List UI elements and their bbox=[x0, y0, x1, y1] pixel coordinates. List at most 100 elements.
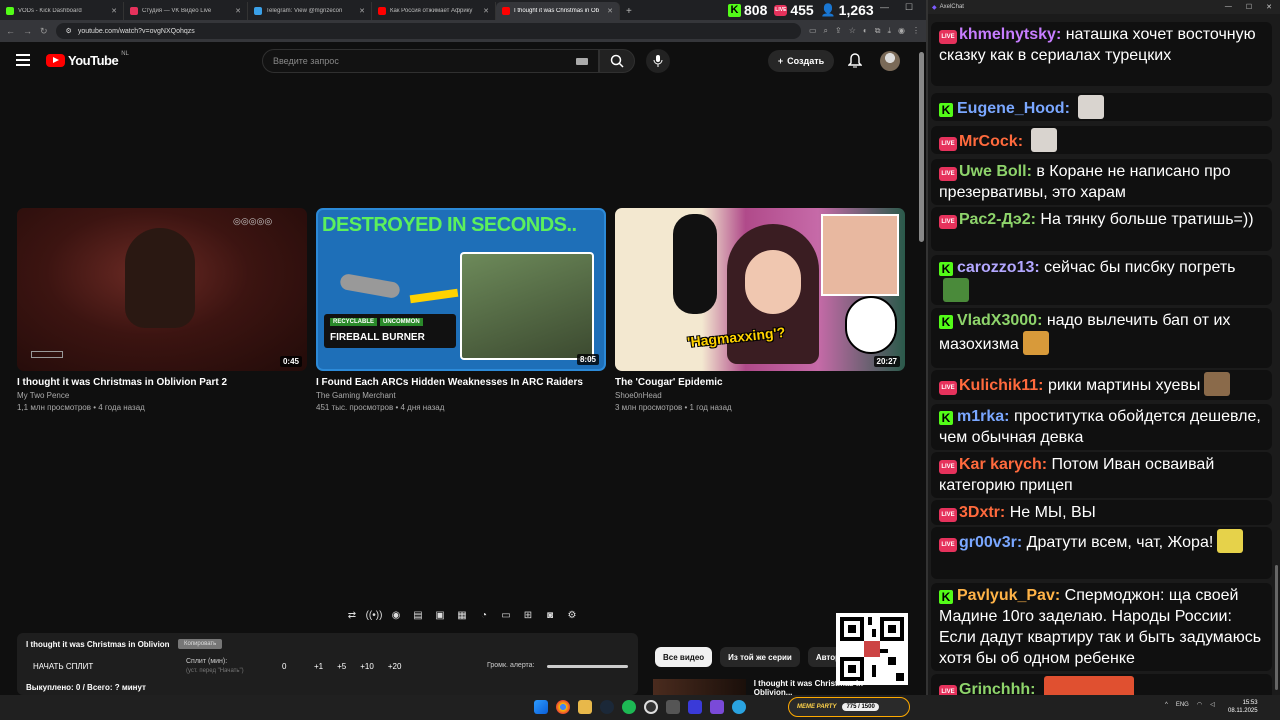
maximize-icon[interactable]: ☐ bbox=[1246, 3, 1252, 11]
bookmark-icon[interactable]: ☆ bbox=[849, 26, 856, 36]
avatar[interactable] bbox=[880, 51, 900, 71]
start-icon[interactable] bbox=[534, 700, 548, 714]
split-value[interactable]: 0 bbox=[282, 662, 286, 671]
tab-close-icon[interactable]: ✕ bbox=[111, 7, 117, 15]
url-field[interactable]: ⚙ youtube.com/watch?v=ovgNXQohqzs bbox=[55, 23, 801, 39]
settings-app-icon[interactable] bbox=[666, 700, 680, 714]
chat-nick[interactable]: Uwe Boll bbox=[959, 163, 1027, 180]
puzzle-icon[interactable]: ⧉ bbox=[875, 26, 881, 36]
tab-close-icon[interactable]: ✕ bbox=[483, 7, 489, 15]
broadcast-icon[interactable]: ((•)) bbox=[365, 608, 383, 622]
new-tab-button[interactable]: + bbox=[620, 2, 638, 20]
tab-close-icon[interactable]: ✕ bbox=[359, 7, 365, 15]
increment-button[interactable]: +20 bbox=[388, 662, 402, 671]
video-card[interactable]: 'Hagmaxxing'? 20:27 The 'Cougar' Epidemi… bbox=[615, 208, 905, 412]
volume-icon[interactable]: ◁ bbox=[1210, 701, 1215, 708]
video-thumbnail[interactable]: DESTROYED IN SECONDS.. RECYCLABLE UNCOMM… bbox=[316, 208, 606, 371]
minimize-icon[interactable]: — bbox=[1225, 3, 1232, 11]
filter-chip[interactable]: Все видео bbox=[655, 647, 713, 667]
telegram-icon[interactable] bbox=[732, 700, 746, 714]
network-icon[interactable]: ◠ bbox=[1197, 701, 1202, 708]
settings-icon[interactable]: ⚙ bbox=[563, 608, 581, 622]
reload-icon[interactable]: ↻ bbox=[40, 26, 48, 37]
obs-icon[interactable] bbox=[644, 700, 658, 714]
page-scrollbar[interactable] bbox=[919, 52, 924, 242]
close-icon[interactable]: ✕ bbox=[1266, 3, 1272, 11]
voice-search-button[interactable] bbox=[646, 49, 670, 73]
film-icon[interactable]: ▦ bbox=[453, 608, 471, 622]
clock[interactable]: 15:53 08.11.2025 bbox=[1228, 699, 1258, 715]
create-button[interactable]: + Создать bbox=[768, 50, 834, 72]
chat-nick[interactable]: MrCock bbox=[959, 133, 1018, 150]
kick-viewers: K 808 bbox=[728, 2, 767, 18]
increment-button[interactable]: +1 bbox=[314, 662, 323, 671]
explorer-icon[interactable] bbox=[578, 700, 592, 714]
media-icon[interactable] bbox=[688, 700, 702, 714]
tab-close-icon[interactable]: ✕ bbox=[235, 7, 241, 15]
chat-nick[interactable]: Eugene_Hood bbox=[957, 100, 1065, 117]
next-video[interactable]: I thought it was Christmas in Oblivion..… bbox=[653, 679, 893, 697]
chat-nick[interactable]: gr00v3r bbox=[959, 534, 1017, 551]
steam-icon[interactable] bbox=[600, 700, 614, 714]
chat-nick[interactable]: khmelnytsky bbox=[959, 26, 1056, 43]
chat-nick[interactable]: Kulichik11 bbox=[959, 377, 1038, 394]
browser-tab[interactable]: Telegram: View @mgnzecon ✕ bbox=[248, 2, 372, 20]
chat-nick[interactable]: Pavlyuk_Pav bbox=[957, 587, 1055, 604]
chat-nick[interactable]: Kar karych bbox=[959, 456, 1042, 473]
chat-nick[interactable]: 3Dxtr bbox=[959, 504, 1000, 521]
cast-icon[interactable]: ▭ bbox=[809, 26, 817, 36]
increment-button[interactable]: +10 bbox=[360, 662, 374, 671]
mail-icon[interactable] bbox=[710, 700, 724, 714]
add-icon[interactable]: ⊞ bbox=[519, 608, 537, 622]
search-input[interactable]: Введите запрос bbox=[262, 49, 599, 73]
spotify-icon[interactable] bbox=[622, 700, 636, 714]
video-thumbnail[interactable]: ◎◎◎◎◎ 0:45 bbox=[17, 208, 307, 371]
more-icon[interactable]: ⋮ bbox=[912, 26, 920, 36]
notifications-icon[interactable] bbox=[847, 53, 863, 74]
start-split-button[interactable]: НАЧАТЬ СПЛИТ bbox=[33, 662, 93, 671]
zoom-icon[interactable]: ⌕ bbox=[824, 26, 828, 36]
alert-volume-slider[interactable] bbox=[547, 665, 628, 668]
meme-party-widget[interactable]: MEME PARTY 775 / 1500 bbox=[788, 697, 910, 717]
video-card[interactable]: ◎◎◎◎◎ 0:45 I thought it was Christmas in… bbox=[17, 208, 307, 412]
keyboard-icon[interactable] bbox=[576, 58, 588, 65]
back-icon[interactable]: ← bbox=[6, 26, 15, 36]
speed-icon[interactable]: ◔ bbox=[475, 608, 493, 622]
video-card[interactable]: DESTROYED IN SECONDS.. RECYCLABLE UNCOMM… bbox=[316, 208, 606, 412]
chat-nick[interactable]: Рас2-Дэ2 bbox=[959, 211, 1031, 228]
browser-tab[interactable]: Как Россия отжимает Африку ✕ bbox=[372, 2, 496, 20]
video-thumbnail[interactable]: 'Hagmaxxing'? 20:27 bbox=[615, 208, 905, 371]
extension-icon[interactable]: ◐ bbox=[863, 26, 868, 36]
site-info-icon[interactable]: ⚙ bbox=[66, 27, 72, 35]
chat-scrollbar[interactable] bbox=[1275, 565, 1278, 690]
clapper-icon[interactable]: ▤ bbox=[409, 608, 427, 622]
chat-nick[interactable]: VladX3000 bbox=[957, 312, 1037, 329]
forward-icon[interactable]: → bbox=[23, 26, 32, 36]
profile-icon[interactable]: ◉ bbox=[898, 26, 905, 36]
browser-tab[interactable]: Студия — VK Видео Live ✕ bbox=[124, 2, 248, 20]
watch-icon[interactable]: ◉ bbox=[387, 608, 405, 622]
tab-close-icon[interactable]: ✕ bbox=[607, 7, 613, 15]
camera-icon[interactable]: ◙ bbox=[541, 608, 559, 622]
chevron-up-icon[interactable]: ^ bbox=[1165, 702, 1168, 708]
browser-tab[interactable]: VODs - Kick Dashboard ✕ bbox=[0, 2, 124, 20]
hamburger-menu-icon[interactable] bbox=[16, 54, 30, 69]
download-icon[interactable]: ⤓ bbox=[887, 26, 891, 36]
chat-nick[interactable]: carozzo13 bbox=[957, 259, 1034, 276]
filter-chip[interactable]: Из той же серии bbox=[720, 647, 800, 667]
maximize-icon[interactable]: ☐ bbox=[905, 2, 913, 13]
increment-button[interactable]: +5 bbox=[337, 662, 346, 671]
chat-nick[interactable]: m1rka bbox=[957, 408, 1004, 425]
copy-button[interactable]: Копировать bbox=[178, 639, 223, 649]
loop-icon[interactable]: ⇄ bbox=[343, 608, 361, 622]
search-button[interactable] bbox=[599, 49, 635, 73]
share-icon[interactable]: ⇪ bbox=[835, 26, 842, 36]
screen-icon[interactable]: ▣ bbox=[431, 608, 449, 622]
next-video-thumbnail[interactable] bbox=[653, 679, 746, 695]
minimize-icon[interactable]: — bbox=[880, 2, 889, 13]
browser-tab[interactable]: I thought it was Christmas in Ob ✕ bbox=[496, 2, 620, 20]
chrome-icon[interactable] bbox=[556, 700, 570, 714]
youtube-logo[interactable]: YouTube NL bbox=[46, 51, 129, 68]
chat-nick[interactable]: Grinchhh bbox=[959, 681, 1030, 695]
cut-icon[interactable]: ▭ bbox=[497, 608, 515, 622]
